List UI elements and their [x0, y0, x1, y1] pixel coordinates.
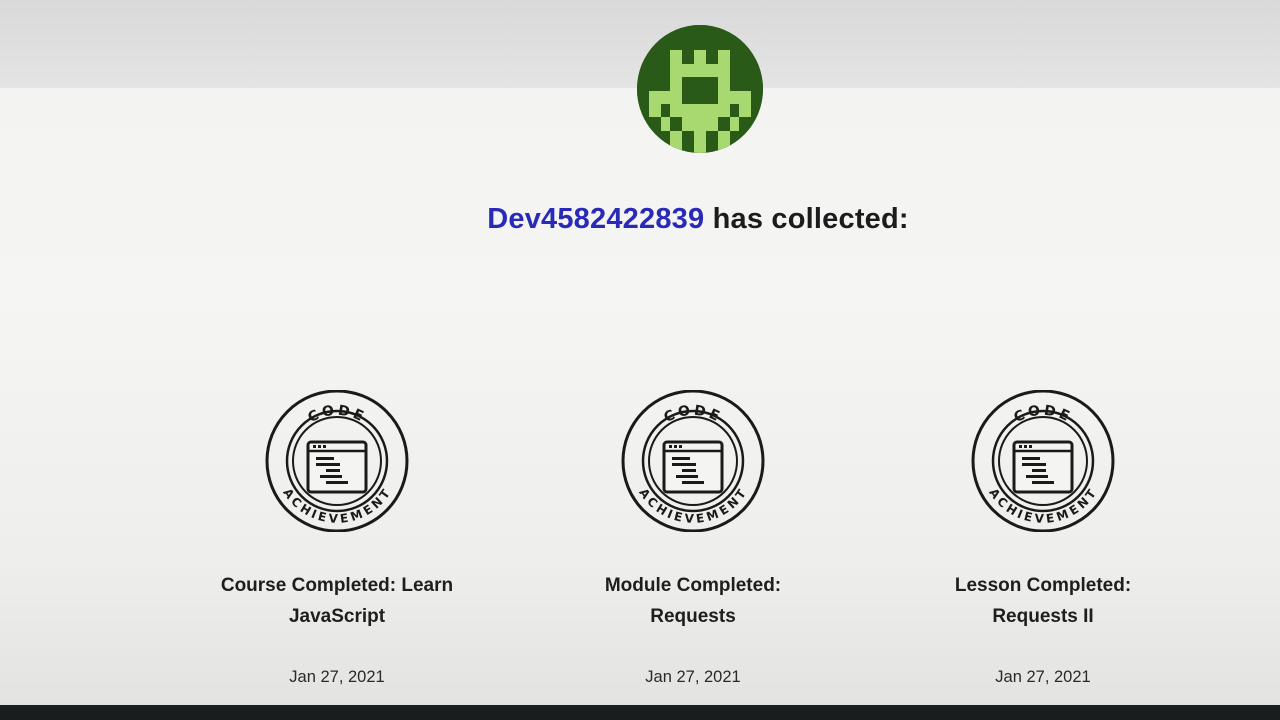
code-achievement-badge-icon: CODE ACHIEVEMENT [971, 390, 1115, 532]
username-link[interactable]: Dev4582422839 [487, 203, 704, 235]
achievement-title: Module Completed: Requests [604, 575, 782, 627]
achievement-date: Jan 27, 2021 [995, 668, 1091, 686]
svg-text:CODE: CODE [306, 403, 369, 426]
collection-headline: Dev4582422839 has collected: [0, 203, 1280, 236]
code-achievement-badge-icon: CODE ACHIEVEMENT [265, 390, 409, 532]
achievement-card[interactable]: CODE ACHIEVEMENT Course Completed: Learn… [187, 390, 487, 686]
achievement-card[interactable]: CODE ACHIEVEMENT Module Completed: Reque… [543, 390, 843, 686]
badge-top-text: CODE [1012, 403, 1072, 426]
pixel-h-avatar-icon [637, 25, 763, 153]
achievement-date: Jan 27, 2021 [645, 668, 741, 686]
achievement-title: Course Completed: Learn JavaScript [220, 575, 454, 627]
achievement-title: Lesson Completed: Requests II [954, 575, 1132, 627]
svg-text:CODE: CODE [1012, 403, 1075, 426]
taskbar [0, 705, 1280, 720]
achievement-date: Jan 27, 2021 [289, 668, 385, 686]
avatar [637, 25, 763, 153]
svg-text:CODE: CODE [662, 403, 725, 426]
achievement-card[interactable]: CODE ACHIEVEMENT Lesson Completed: Reque… [893, 390, 1193, 686]
collected-label: has collected: [712, 203, 909, 235]
badge-top-text: CODE [306, 403, 366, 426]
badge-top-text: CODE [662, 403, 722, 426]
code-achievement-badge-icon: CODE ACHIEVEMENT [621, 390, 765, 532]
